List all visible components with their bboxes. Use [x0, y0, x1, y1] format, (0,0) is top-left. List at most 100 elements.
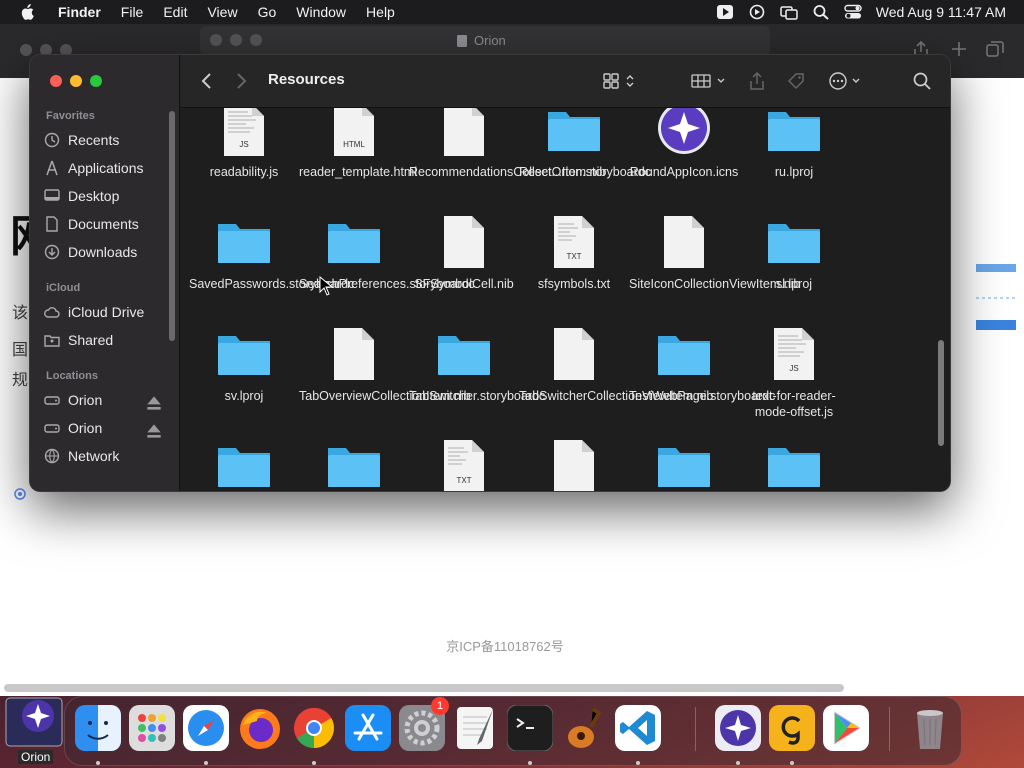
spotlight-search-icon[interactable] [812, 4, 830, 20]
file-item[interactable]: sv.lproj [189, 326, 299, 436]
file-item[interactable]: TabSwitcherCollectionViewItem.nib [519, 326, 714, 436]
menu-clock[interactable]: Wed Aug 9 11:47 AM [876, 4, 1006, 20]
file-item[interactable]: sl.lproj [739, 214, 849, 324]
file-item[interactable]: TabSwitcher.storyboardc [409, 326, 545, 436]
menu-edit[interactable]: Edit [163, 4, 187, 20]
orion-tab[interactable]: Orion [200, 26, 770, 56]
window-controls [50, 75, 102, 87]
file-grid: JS readability.js HTML reader_template.html… [180, 108, 950, 491]
sidebar-item-applications[interactable]: Applications [44, 155, 172, 181]
menu-file[interactable]: File [121, 4, 144, 20]
document-icon [554, 440, 594, 491]
sidebar-item-label: Network [68, 448, 120, 464]
chrome-icon[interactable] [291, 705, 337, 765]
sidebar-scrollbar[interactable] [169, 111, 175, 341]
file-item[interactable]: JS text-for-reader-mode-offset.js [739, 326, 849, 436]
sidebar-item-downloads[interactable]: Downloads [44, 239, 172, 265]
file-item[interactable]: TXT [409, 438, 519, 491]
file-item[interactable] [629, 438, 739, 491]
system-settings-icon[interactable]: 1 [399, 697, 449, 751]
app-store-icon[interactable] [345, 705, 391, 751]
eject-icon[interactable] [146, 423, 162, 439]
file-item[interactable] [519, 438, 629, 491]
trash-icon[interactable] [907, 705, 953, 751]
file-item[interactable]: TXT sfsymbols.txt [519, 214, 629, 324]
launchpad-icon[interactable] [129, 705, 175, 751]
zoom-button[interactable] [90, 75, 102, 87]
menu-go[interactable]: Go [258, 4, 277, 20]
new-tab-icon[interactable] [950, 40, 968, 58]
file-item[interactable]: SavedPasswords.storyboardc [189, 214, 354, 324]
file-item[interactable] [739, 438, 849, 491]
google-play-icon[interactable] [823, 705, 869, 751]
content-scrollbar[interactable] [938, 340, 944, 446]
sidebar-item-network[interactable]: Network [44, 443, 172, 469]
close-button[interactable] [50, 75, 62, 87]
file-item[interactable]: TabOverviewCollectionItem.nib [299, 326, 471, 436]
back-chevron-icon[interactable] [200, 71, 214, 91]
screen-mirroring-icon[interactable] [780, 4, 798, 20]
textedit-icon[interactable] [453, 705, 499, 751]
safari-icon[interactable] [183, 705, 229, 765]
menu-help[interactable]: Help [366, 4, 395, 20]
folder-icon [218, 224, 270, 263]
orion-app-icon [658, 108, 710, 154]
garageband-icon[interactable] [561, 705, 607, 751]
more-actions-icon[interactable] [828, 71, 864, 91]
sidebar-item-orion-volume[interactable]: Orion [44, 387, 172, 413]
file-item[interactable]: ru.lproj [739, 108, 849, 212]
file-item[interactable]: ResetOrion.storyboardc [519, 108, 651, 212]
sidebar-item-label: Recents [68, 132, 120, 148]
sidebar-item-icloud-drive[interactable]: iCloud Drive [44, 299, 172, 325]
file-item[interactable]: SFSymbolCell.nib [409, 214, 519, 324]
menu-window[interactable]: Window [296, 4, 346, 20]
sidebar-item-shared[interactable]: Shared [44, 327, 172, 353]
forward-chevron-icon[interactable] [234, 71, 248, 91]
search-icon[interactable] [912, 71, 932, 91]
file-name: SearchPreferences.storyboardc [299, 277, 475, 291]
share-icon[interactable] [748, 71, 766, 91]
orion-tab-title: Orion [474, 33, 506, 48]
eject-icon[interactable] [146, 395, 162, 411]
file-item[interactable]: RecommendationsCollect...Item.nib [409, 108, 606, 212]
minimize-button[interactable] [70, 75, 82, 87]
dock: 1 [64, 696, 962, 766]
sidebar-item-documents[interactable]: Documents [44, 211, 172, 237]
file-item[interactable] [189, 438, 299, 491]
cloud-icon [44, 307, 60, 318]
control-center-icon[interactable] [844, 4, 862, 20]
file-item[interactable]: SearchPreferences.storyboardc [299, 214, 475, 324]
group-by-icon[interactable] [690, 71, 728, 91]
finder-window: Favorites Recents Applications Desktop D… [29, 54, 951, 492]
txt-file-icon [554, 216, 594, 268]
sidebar-item-recents[interactable]: Recents [44, 127, 172, 153]
media-play-icon[interactable] [716, 4, 734, 20]
orion-icon[interactable] [715, 705, 761, 765]
screen-record-icon[interactable] [748, 4, 766, 20]
sidebar-item-orion-volume[interactable]: Orion [44, 415, 172, 441]
file-item[interactable]: SiteIconCollectionViewItem.nib [629, 214, 800, 324]
grammarly-icon[interactable] [769, 705, 815, 765]
tab-overview-icon[interactable] [986, 40, 1004, 58]
sidebar-item-desktop[interactable]: Desktop [44, 183, 172, 209]
terminal-icon[interactable] [506, 704, 554, 765]
menu-view[interactable]: View [207, 4, 237, 20]
firefox-icon[interactable] [237, 705, 283, 751]
file-item[interactable]: RoundAppIcon.icns [629, 108, 739, 212]
vscode-icon[interactable] [615, 705, 661, 765]
page-decoration [976, 264, 1016, 330]
file-item[interactable]: JS readability.js [189, 108, 299, 212]
finder-icon[interactable] [75, 705, 121, 765]
file-item[interactable] [299, 438, 409, 491]
file-item[interactable]: TestWebPage.storyboardc [629, 326, 775, 436]
sidebar-item-label: Orion [68, 420, 103, 436]
file-name: TabSwitcherCollectionViewItem.nib [519, 389, 714, 403]
icon-view-icon[interactable] [602, 71, 638, 91]
menu-app-name[interactable]: Finder [58, 4, 101, 20]
document-icon [334, 328, 374, 380]
orion-horizontal-scrollbar[interactable] [4, 684, 844, 692]
orion-page-footer: 京ICP备11018762号 [446, 639, 564, 654]
tag-icon[interactable] [786, 71, 806, 91]
file-item[interactable]: HTML reader_template.html [299, 108, 417, 212]
apple-icon[interactable] [18, 4, 36, 20]
